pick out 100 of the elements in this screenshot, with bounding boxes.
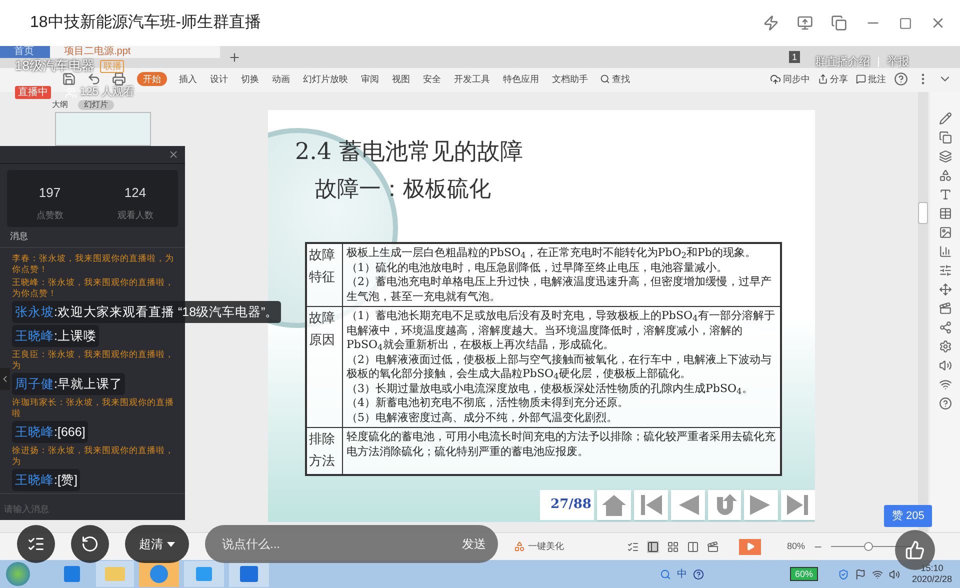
menu-tab[interactable]: 特色应用 bbox=[502, 72, 540, 86]
clock-time[interactable]: 15:10 bbox=[920, 563, 944, 574]
table-paragraph: （3）长期过量放电或小电流深度放电，使极板深处活性物质的孔隙内生成PbSO$_{4}$。 bbox=[346, 382, 754, 396]
previous-slide-icon[interactable] bbox=[670, 490, 705, 520]
toolbar-icon[interactable] bbox=[938, 226, 952, 239]
undo-icon[interactable] bbox=[87, 72, 101, 86]
table-paragraph: （2）电解液液面过低，使极板上部与空气接触而被氧化，在行车中，电解液上下波动与极板的氧化部分接触，会生成大晶粒PbSO$_{4}$硬化层，使极板上部硫化。 bbox=[346, 352, 772, 382]
search-button[interactable]: 查找 bbox=[600, 72, 630, 86]
lightning-icon[interactable] bbox=[763, 15, 779, 31]
menu-tab[interactable]: 幻灯片放映 bbox=[302, 72, 349, 86]
toolbar-icon[interactable] bbox=[938, 321, 952, 334]
menu-tab[interactable]: 动画 bbox=[271, 72, 291, 86]
slide-title: 2.4 蓄电池常见的故障 bbox=[295, 138, 524, 166]
report-link[interactable]: 举报 bbox=[887, 54, 909, 70]
notes-icon[interactable] bbox=[627, 540, 639, 552]
menu-tab[interactable]: 开发工具 bbox=[453, 72, 491, 86]
chat-message: 许珈玮家长：张永坡，我来围观你的直播啦 bbox=[12, 397, 174, 420]
menu-tab[interactable]: 切换 bbox=[240, 72, 260, 86]
toolbar-icon[interactable] bbox=[938, 150, 952, 163]
toolbar-icon[interactable] bbox=[938, 131, 952, 144]
chat-input[interactable]: 说点什么... bbox=[222, 535, 462, 553]
comment-icon bbox=[856, 74, 866, 84]
clock-date[interactable]: 2020/2/28 bbox=[912, 574, 952, 585]
share-button[interactable]: 分享 bbox=[818, 72, 848, 86]
menu-tab[interactable]: 设计 bbox=[209, 72, 229, 86]
row-label: 故障特征 bbox=[306, 243, 342, 306]
help-icon[interactable] bbox=[894, 72, 908, 86]
toolbar-icon[interactable] bbox=[938, 397, 952, 410]
toolbar-icon[interactable] bbox=[938, 112, 952, 125]
table-paragraph: 极板上生成一层白色粗晶粒的PbSO$_{4}$，在正常充电时不能转化为PbO$_{2}$和Pb的现象。 bbox=[346, 246, 757, 260]
search-icon[interactable] bbox=[660, 568, 671, 580]
toolbar-icon[interactable] bbox=[938, 340, 952, 353]
danmaku-bubble: 周子健:早就上课了 bbox=[12, 373, 126, 396]
zoom-slider-thumb[interactable] bbox=[864, 542, 873, 551]
viewer-count: 125 人观看 bbox=[80, 86, 134, 99]
app-icon[interactable] bbox=[139, 561, 179, 587]
message-input[interactable]: 请输入消息 bbox=[4, 503, 174, 517]
table-paragraph: （1）硫化的电池放电时，电压急剧降低，过早降至终止电压，电池容量减小。 bbox=[346, 260, 728, 275]
reading-view-icon[interactable] bbox=[687, 540, 699, 552]
row-label: 排除方法 bbox=[306, 428, 342, 475]
window-count-badge: 1 bbox=[789, 51, 800, 63]
grid-view-icon[interactable] bbox=[667, 540, 679, 552]
shapes-icon bbox=[514, 541, 525, 552]
print-icon[interactable] bbox=[112, 72, 126, 86]
next-slide-icon[interactable] bbox=[744, 490, 778, 520]
slide-thumbnail[interactable] bbox=[55, 112, 151, 146]
play-button[interactable] bbox=[739, 538, 761, 554]
sync-button[interactable]: 同步中 bbox=[770, 72, 810, 86]
input-method[interactable]: 中 bbox=[676, 566, 687, 582]
chat-input-bar[interactable]: 说点什么... 发送 bbox=[205, 525, 498, 563]
toolbar-icon[interactable] bbox=[938, 169, 952, 182]
table-paragraph: （2）蓄电池充电时单格电压上升过快，电解液温度迅速升高，但密度增加缓慢，过早产生气泡，甚至一充电就有气泡。 bbox=[346, 275, 772, 304]
start-button[interactable] bbox=[6, 562, 30, 586]
share-icon bbox=[818, 74, 828, 84]
save-icon[interactable] bbox=[62, 72, 76, 86]
toolbar-icon[interactable] bbox=[938, 245, 952, 258]
beautify-button[interactable]: 一键美化 bbox=[514, 540, 564, 554]
copy-icon[interactable] bbox=[831, 15, 847, 31]
toolbar-icon[interactable] bbox=[938, 359, 952, 372]
help-icon[interactable] bbox=[692, 568, 704, 580]
live-badge: 直播中 bbox=[15, 86, 51, 99]
zoom-value[interactable]: 80% bbox=[787, 540, 806, 554]
stat-value: 124 bbox=[124, 186, 146, 200]
toolbar-icon[interactable] bbox=[938, 302, 952, 315]
toolbar-icon[interactable] bbox=[938, 283, 952, 296]
quality-button[interactable]: 超清 bbox=[125, 525, 189, 563]
camera-icon[interactable] bbox=[707, 540, 719, 552]
menu-tab[interactable]: 审阅 bbox=[360, 72, 380, 86]
first-slide-icon[interactable] bbox=[634, 490, 668, 520]
flag-icon[interactable] bbox=[854, 568, 866, 580]
toolbar-icon[interactable] bbox=[938, 188, 952, 201]
stat-label: 点赞数 bbox=[36, 210, 64, 220]
pane-tab[interactable]: 大纲 bbox=[50, 100, 70, 110]
toolbar-icon[interactable] bbox=[938, 207, 952, 220]
new-tab-icon[interactable] bbox=[228, 51, 241, 64]
menu-tab[interactable]: 视图 bbox=[391, 72, 411, 86]
thumbs-up-icon bbox=[905, 540, 925, 560]
slide-subtitle: 故障一：极板硫化 bbox=[315, 176, 492, 204]
home-icon[interactable] bbox=[597, 490, 632, 520]
pane-tab[interactable]: 幻灯片 bbox=[78, 100, 114, 110]
menu-tab[interactable]: 文档助手 bbox=[551, 72, 589, 86]
last-slide-icon[interactable] bbox=[781, 490, 815, 520]
return-icon[interactable] bbox=[708, 490, 742, 520]
shield-icon[interactable] bbox=[838, 568, 849, 580]
menu-tab[interactable]: 插入 bbox=[178, 72, 198, 86]
network-icon[interactable] bbox=[872, 568, 883, 580]
toolbar-icon[interactable] bbox=[938, 264, 952, 277]
table-paragraph: 轻度硫化的蓄电池，可用小电流长时间充电的方法予以排除；硫化较严重者采用去硫化充电方法消除硫化；硫化特别严重的蓄电池应报废。 bbox=[346, 430, 776, 459]
close-icon[interactable] bbox=[168, 148, 179, 160]
volume-icon[interactable] bbox=[888, 568, 900, 580]
group-intro-link[interactable]: 群直播介绍 bbox=[815, 54, 870, 70]
maximize-icon[interactable] bbox=[899, 16, 912, 30]
send-button[interactable]: 发送 bbox=[462, 535, 486, 553]
normal-view-icon[interactable] bbox=[647, 540, 659, 552]
app-icon[interactable] bbox=[229, 561, 269, 587]
screen-icon[interactable] bbox=[797, 15, 813, 31]
stream-name: 18级汽车电器 bbox=[15, 59, 94, 73]
scrollbar-thumb[interactable] bbox=[918, 202, 928, 224]
comment-button[interactable]: 批注 bbox=[856, 72, 886, 86]
menu-tab[interactable]: 安全 bbox=[422, 72, 442, 86]
